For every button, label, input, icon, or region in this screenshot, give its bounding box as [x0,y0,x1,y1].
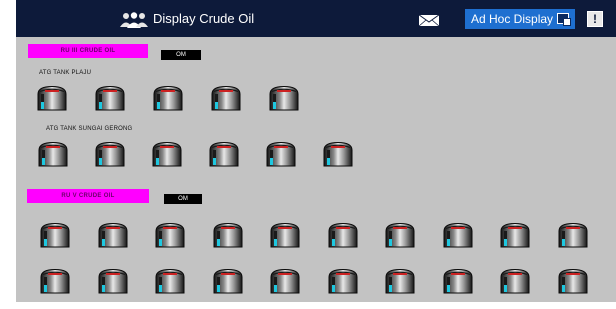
tank-icon[interactable] [209,141,239,167]
ru-v-crude-oil-label: RU V CRUDE OIL [27,189,149,203]
tank-icon[interactable] [443,222,473,248]
tank-icon[interactable] [269,85,299,111]
tank-icon[interactable] [213,268,243,294]
tank-icon[interactable] [40,222,70,248]
tank-icon[interactable] [270,268,300,294]
tank-icon[interactable] [155,222,185,248]
tank-icon[interactable] [95,141,125,167]
tank-icon[interactable] [213,222,243,248]
tank-icon[interactable] [500,268,530,294]
tank-icon[interactable] [558,222,588,248]
tank-icon[interactable] [385,222,415,248]
tank-icon[interactable] [323,141,353,167]
mail-icon[interactable] [418,14,440,27]
display-window-icon [557,13,571,26]
ad-hoc-display-label: Ad Hoc Display [471,12,554,26]
tank-icon[interactable] [37,85,67,111]
tank-icon[interactable] [270,222,300,248]
tank-icon[interactable] [95,85,125,111]
tank-icon[interactable] [155,268,185,294]
ad-hoc-display-button[interactable]: Ad Hoc Display [465,9,575,29]
tank-icon[interactable] [500,222,530,248]
crude-oil-panel: RU III CRUDE OIL OM ATG TANK PLAJU ATG T… [16,37,616,302]
tank-icon[interactable] [38,141,68,167]
atg-tank-sungai-gerong-label: ATG TANK SUNGAI GERONG [46,126,133,132]
tank-icon[interactable] [385,268,415,294]
tank-icon[interactable] [443,268,473,294]
users-icon [120,12,148,28]
ru-iii-crude-oil-label: RU III CRUDE OIL [28,44,148,58]
tank-icon[interactable] [153,85,183,111]
tank-icon[interactable] [98,268,128,294]
alert-icon[interactable]: ! [587,11,603,27]
tank-icon[interactable] [40,268,70,294]
tank-icon[interactable] [266,141,296,167]
tank-icon[interactable] [98,222,128,248]
page-title: Display Crude Oil [153,11,255,26]
tank-icon[interactable] [558,268,588,294]
title-bar: Display Crude Oil Ad Hoc Display ! [16,0,616,37]
tank-icon[interactable] [328,222,358,248]
ru-iii-status-badge[interactable]: OM [161,50,201,60]
tank-icon[interactable] [152,141,182,167]
tank-icon[interactable] [211,85,241,111]
ru-v-status-badge[interactable]: OM [164,194,202,204]
tank-icon[interactable] [328,268,358,294]
atg-tank-plaju-label: ATG TANK PLAJU [39,70,92,76]
